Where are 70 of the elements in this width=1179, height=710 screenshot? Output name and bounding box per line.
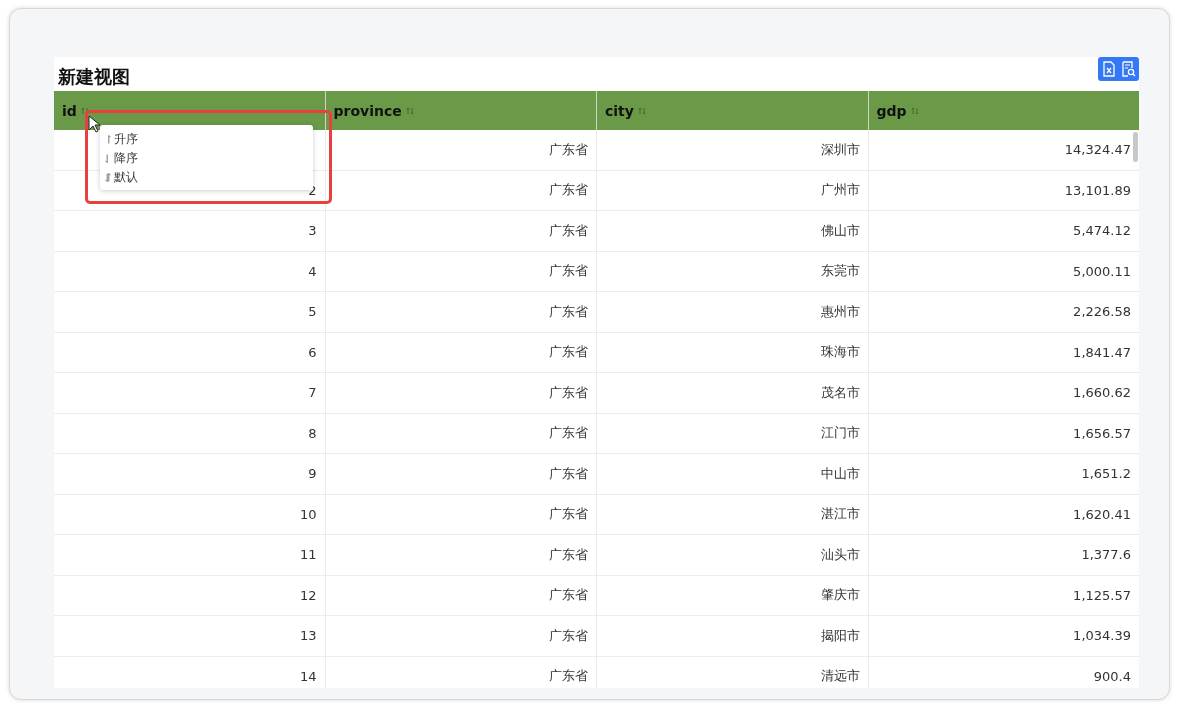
- table-cell: 4: [308, 263, 317, 279]
- table-cell: 珠海市: [820, 343, 860, 362]
- table-cell: 中山市: [820, 464, 860, 483]
- table-cell: 5: [308, 304, 317, 320]
- table-cell: 湛江市: [820, 505, 860, 524]
- table-cell: 1,841.47: [1073, 344, 1131, 360]
- table-cell: 10: [299, 506, 317, 522]
- table-cell: 广东省: [549, 424, 588, 443]
- table-cell: 深圳市: [820, 140, 860, 159]
- column-header[interactable]: gdp: [868, 91, 1139, 130]
- table-cell: 6: [308, 344, 317, 360]
- scrollbar-thumb[interactable]: [1133, 132, 1138, 162]
- table-cell: 茂名市: [820, 383, 860, 402]
- table-cell: 5,474.12: [1073, 223, 1131, 239]
- table-cell: 9: [308, 466, 317, 482]
- excel-export-icon[interactable]: [1101, 61, 1117, 77]
- table-cell: 13,101.89: [1064, 182, 1131, 198]
- table-cell: 东莞市: [820, 262, 860, 281]
- table-cell: 3: [308, 223, 317, 239]
- column-header[interactable]: province: [325, 91, 597, 130]
- up-down-arrow-icon: [104, 172, 112, 183]
- table-cell: 广东省: [549, 343, 588, 362]
- table-cell: 广东省: [549, 302, 588, 321]
- sort-icon[interactable]: [637, 106, 646, 115]
- sort-icon[interactable]: [80, 106, 89, 115]
- table-cell: 惠州市: [820, 302, 860, 321]
- menu-item[interactable]: 默认: [104, 168, 313, 187]
- table-cell: 广州市: [820, 181, 860, 200]
- table-cell: 广东省: [549, 181, 588, 200]
- table-cell: 1,660.62: [1073, 385, 1131, 401]
- table-cell: 1,651.2: [1081, 466, 1131, 482]
- table-cell: 揭阳市: [820, 626, 860, 645]
- table-cell: 7: [308, 385, 317, 401]
- table-cell: 11: [299, 547, 317, 563]
- table-cell: 广东省: [549, 586, 588, 605]
- table-cell: 广东省: [549, 505, 588, 524]
- table-cell: 8: [308, 425, 317, 441]
- table-cell: 900.4: [1093, 668, 1131, 684]
- table-cell: 广东省: [549, 667, 588, 686]
- table-cell: 江门市: [820, 424, 860, 443]
- table-cell: 汕头市: [820, 545, 860, 564]
- cursor-icon: [88, 115, 100, 133]
- sort-icon[interactable]: [405, 106, 414, 115]
- table-cell: 14: [299, 668, 317, 684]
- table-cell: 佛山市: [820, 221, 860, 240]
- table-cell: 广东省: [549, 464, 588, 483]
- table-cell: 1,620.41: [1073, 506, 1131, 522]
- table-cell: 广东省: [549, 221, 588, 240]
- table-cell: 5,000.11: [1073, 263, 1131, 279]
- table-cell: 13: [299, 628, 317, 644]
- table-cell: 广东省: [549, 262, 588, 281]
- view-title: 新建视图: [57, 65, 130, 89]
- table-cell: 12: [299, 587, 317, 603]
- table-cell: 广东省: [549, 383, 588, 402]
- table-cell: 广东省: [549, 626, 588, 645]
- document-search-icon[interactable]: [1120, 61, 1136, 77]
- table-cell: 广东省: [549, 545, 588, 564]
- table-cell: 1,034.39: [1073, 628, 1131, 644]
- menu-item[interactable]: 升序: [104, 130, 313, 149]
- table-cell: 1,125.57: [1073, 587, 1131, 603]
- table-cell: 1,377.6: [1081, 547, 1131, 563]
- table-cell: 肇庆市: [820, 586, 860, 605]
- table-cell: 广东省: [549, 140, 588, 159]
- table-cell: 14,324.47: [1064, 142, 1131, 158]
- sort-icon[interactable]: [910, 106, 919, 115]
- column-header[interactable]: city: [597, 91, 869, 130]
- table-cell: 清远市: [820, 667, 860, 686]
- table-cell: 1,656.57: [1073, 425, 1131, 441]
- menu-item[interactable]: 降序: [104, 149, 313, 168]
- table-cell: 2,226.58: [1073, 304, 1131, 320]
